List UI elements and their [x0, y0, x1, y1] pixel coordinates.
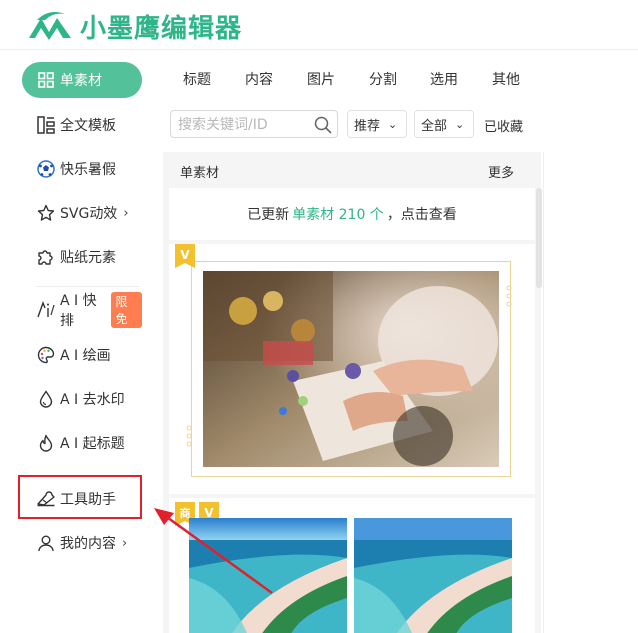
free-badge: 限免: [111, 292, 142, 328]
sidebar-item-ai-watermark[interactable]: A I 去水印: [22, 381, 142, 417]
sidebar-item-label: A I 快排: [60, 293, 97, 329]
puzzle-icon: [36, 247, 56, 267]
flame-icon: [36, 433, 56, 453]
search-input[interactable]: [178, 115, 308, 135]
app-header: 小墨鹰编辑器: [0, 0, 638, 50]
sidebar-item-label: A I 绘画: [60, 348, 111, 364]
water-drop-icon: [36, 389, 56, 409]
panel-border: [543, 152, 544, 633]
chevron-down-icon: ⌄: [455, 117, 465, 131]
eagle-logo-icon: [29, 12, 71, 40]
soccer-ball-icon: [36, 159, 56, 179]
chevron-down-icon: ⌄: [388, 117, 398, 131]
sidebar-item-label: 我的内容: [60, 536, 116, 552]
sidebar-item-ai-title[interactable]: A I 起标题: [22, 425, 142, 461]
tab-content[interactable]: 内容: [245, 69, 273, 89]
sidebar-item-label: 快乐暑假: [60, 162, 116, 178]
brand-name: 小墨鹰编辑器: [80, 14, 243, 44]
tab-divider[interactable]: 分割: [369, 69, 397, 89]
chevron-right-icon: ›: [122, 535, 128, 551]
scope-dropdown[interactable]: 全部 ⌄: [414, 110, 474, 138]
tab-selection[interactable]: 选用: [430, 69, 458, 89]
tab-image[interactable]: 图片: [307, 69, 335, 89]
sidebar: 单素材 全文模板 快乐暑假 SVG动效 › 贴纸元素 A I 快排 限免 A I…: [0, 50, 163, 633]
tab-other[interactable]: 其他: [492, 69, 520, 89]
frame-dots: [506, 285, 512, 307]
craft-table-photo: [203, 271, 499, 467]
sidebar-item-ai-painting[interactable]: A I 绘画: [22, 337, 142, 373]
vip-badge-icon: V: [175, 244, 195, 268]
palette-icon: [36, 345, 56, 365]
sidebar-item-summer[interactable]: 快乐暑假: [22, 151, 142, 187]
svg-text:V: V: [180, 248, 190, 262]
favorites-filter[interactable]: 已收藏: [484, 116, 523, 135]
sidebar-item-label: A I 去水印: [60, 392, 125, 408]
annotation-highlight-box: [18, 475, 142, 519]
update-notice[interactable]: 已更新 单素材 210 个，点击查看: [169, 188, 535, 240]
user-icon: [36, 533, 56, 553]
update-suffix: ，点击查看: [386, 207, 457, 223]
sort-value: 推荐: [354, 118, 381, 134]
sidebar-item-label: 贴纸元素: [60, 250, 116, 266]
more-link[interactable]: 更多: [488, 162, 514, 181]
annotation-arrow: [154, 508, 273, 595]
category-tabs: 标题 内容 图片 分割 选用 其他: [163, 60, 543, 96]
sidebar-item-label: 单素材: [60, 73, 102, 89]
section-title: 单素材: [180, 166, 220, 181]
section-header: 单素材 更多: [163, 152, 541, 187]
layout-icon: [36, 115, 56, 135]
search-icon[interactable]: [313, 115, 333, 135]
scrollbar-thumb[interactable]: [536, 188, 542, 288]
sidebar-item-ai-layout[interactable]: A I 快排 限免: [22, 292, 142, 329]
tab-title[interactable]: 标题: [183, 69, 211, 89]
sidebar-item-full-template[interactable]: 全文模板: [22, 107, 142, 143]
frame-dots: [186, 425, 192, 447]
update-count: 单素材 210 个: [292, 207, 384, 223]
grid-icon: [36, 70, 56, 90]
beach-photo: [354, 518, 512, 633]
star-icon: [36, 203, 56, 223]
sidebar-item-label: 全文模板: [60, 118, 116, 134]
search-box: [170, 110, 338, 138]
sort-dropdown[interactable]: 推荐 ⌄: [347, 110, 407, 138]
sidebar-item-svg-animation[interactable]: SVG动效 ›: [22, 195, 142, 231]
sidebar-item-single-material[interactable]: 单素材: [22, 62, 142, 98]
sidebar-divider: [36, 286, 140, 287]
material-card[interactable]: V: [169, 244, 535, 494]
update-prefix: 已更新: [247, 207, 290, 223]
scope-value: 全部: [421, 118, 448, 134]
sidebar-item-stickers[interactable]: 贴纸元素: [22, 239, 142, 275]
sidebar-item-my-content[interactable]: 我的内容 ›: [22, 525, 142, 561]
chevron-right-icon: ›: [123, 205, 129, 221]
sidebar-item-label: SVG动效: [60, 206, 118, 222]
ai-icon: [36, 300, 56, 320]
sidebar-item-label: A I 起标题: [60, 436, 125, 452]
